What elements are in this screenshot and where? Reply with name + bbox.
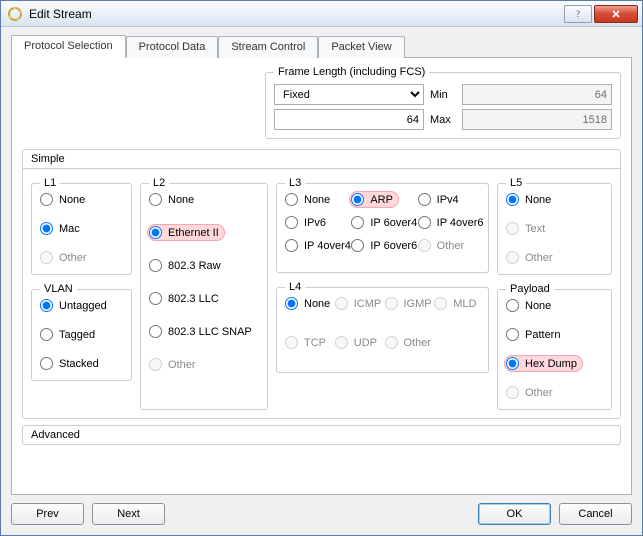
l3-ip4over4[interactable]: IP 4over4 — [285, 237, 347, 254]
l2-ethernet-ii[interactable]: Ethernet II — [147, 224, 225, 241]
frame-length-max-label: Max — [430, 114, 456, 126]
group-l4-legend: L4 — [285, 281, 305, 293]
group-l3-legend: L3 — [285, 177, 305, 189]
group-l2-legend: L2 — [149, 177, 169, 189]
l5-other: Other — [506, 249, 603, 266]
tab-stream-control[interactable]: Stream Control — [218, 36, 318, 58]
tab-protocol-selection[interactable]: Protocol Selection — [11, 35, 126, 58]
section-simple-body: L1 None Mac Other VLAN Untagged Tag — [22, 169, 621, 419]
l2-other: Other — [149, 356, 259, 373]
help-button[interactable]: ? — [564, 5, 592, 23]
tab-packet-view[interactable]: Packet View — [318, 36, 404, 58]
l2-8023-llc[interactable]: 802.3 LLC — [149, 290, 259, 307]
group-l2: L2 None Ethernet II 802.3 Raw 802.3 LLC … — [140, 177, 268, 410]
l4-igmp: IGMP — [385, 295, 431, 312]
l3-ip4over6[interactable]: IP 4over6 — [418, 214, 480, 231]
l2-none[interactable]: None — [149, 191, 259, 208]
l4-mld: MLD — [434, 295, 480, 312]
app-icon — [7, 6, 23, 22]
group-payload: Payload None Pattern Hex Dump Other — [497, 283, 612, 410]
l5-text: Text — [506, 220, 603, 237]
frame-length-min-label: Min — [430, 89, 456, 101]
group-vlan-legend: VLAN — [40, 283, 77, 295]
prev-button[interactable]: Prev — [11, 503, 84, 525]
cancel-button[interactable]: Cancel — [559, 503, 632, 525]
l1-mac[interactable]: Mac — [40, 220, 123, 237]
group-l1-legend: L1 — [40, 177, 60, 189]
frame-length-max — [462, 109, 612, 130]
dialog-body: Protocol Selection Protocol Data Stream … — [1, 27, 642, 535]
l3-ip6over6[interactable]: IP 6over6 — [351, 237, 413, 254]
frame-length-group: Frame Length (including FCS) Fixed Min M… — [265, 66, 621, 139]
tab-panel: Frame Length (including FCS) Fixed Min M… — [11, 57, 632, 495]
payload-hexdump[interactable]: Hex Dump — [504, 355, 583, 372]
l3-other: Other — [418, 237, 480, 254]
tab-protocol-data[interactable]: Protocol Data — [126, 36, 219, 58]
l5-none[interactable]: None — [506, 191, 603, 208]
l4-tcp: TCP — [285, 334, 331, 351]
window-title: Edit Stream — [29, 7, 562, 21]
edit-stream-dialog: Edit Stream ? Protocol Selection Protoco… — [0, 0, 643, 536]
svg-text:?: ? — [576, 9, 580, 19]
l1-other: Other — [40, 249, 123, 266]
group-l5-legend: L5 — [506, 177, 526, 189]
frame-length-legend: Frame Length (including FCS) — [274, 66, 429, 78]
payload-other: Other — [506, 384, 603, 401]
frame-length-fixed[interactable] — [274, 109, 424, 130]
l1-none[interactable]: None — [40, 191, 123, 208]
l4-icmp: ICMP — [335, 295, 381, 312]
vlan-untagged[interactable]: Untagged — [40, 297, 123, 314]
l2-8023-llc-snap[interactable]: 802.3 LLC SNAP — [149, 323, 259, 340]
next-button[interactable]: Next — [92, 503, 165, 525]
ok-button[interactable]: OK — [478, 503, 551, 525]
l3-ipv6[interactable]: IPv6 — [285, 214, 347, 231]
l4-none[interactable]: None — [285, 295, 331, 312]
tab-bar: Protocol Selection Protocol Data Stream … — [11, 35, 632, 58]
payload-pattern[interactable]: Pattern — [506, 326, 603, 343]
l4-other: Other — [385, 334, 431, 351]
payload-none[interactable]: None — [506, 297, 603, 314]
close-button[interactable] — [594, 5, 638, 23]
group-l1: L1 None Mac Other — [31, 177, 132, 275]
dialog-footer: Prev Next OK Cancel — [11, 495, 632, 525]
l3-ip6over4[interactable]: IP 6over4 — [351, 214, 413, 231]
frame-length-min — [462, 84, 612, 105]
group-l5: L5 None Text Other — [497, 177, 612, 275]
l3-arp[interactable]: ARP — [349, 191, 399, 208]
group-l3: L3 None ARP IPv4 IPv6 IP 6over4 IP 4over… — [276, 177, 489, 273]
l2-8023-raw[interactable]: 802.3 Raw — [149, 257, 259, 274]
l3-ipv4[interactable]: IPv4 — [418, 191, 480, 208]
section-simple-header[interactable]: Simple — [22, 149, 621, 169]
frame-length-mode[interactable]: Fixed — [274, 84, 424, 105]
section-advanced-header[interactable]: Advanced — [22, 425, 621, 445]
l3-none[interactable]: None — [285, 191, 347, 208]
group-vlan: VLAN Untagged Tagged Stacked — [31, 283, 132, 381]
group-payload-legend: Payload — [506, 283, 554, 295]
l4-udp: UDP — [335, 334, 381, 351]
vlan-stacked[interactable]: Stacked — [40, 355, 123, 372]
group-l4: L4 None ICMP IGMP MLD TCP UDP Other — [276, 281, 489, 373]
titlebar: Edit Stream ? — [1, 1, 642, 27]
vlan-tagged[interactable]: Tagged — [40, 326, 123, 343]
